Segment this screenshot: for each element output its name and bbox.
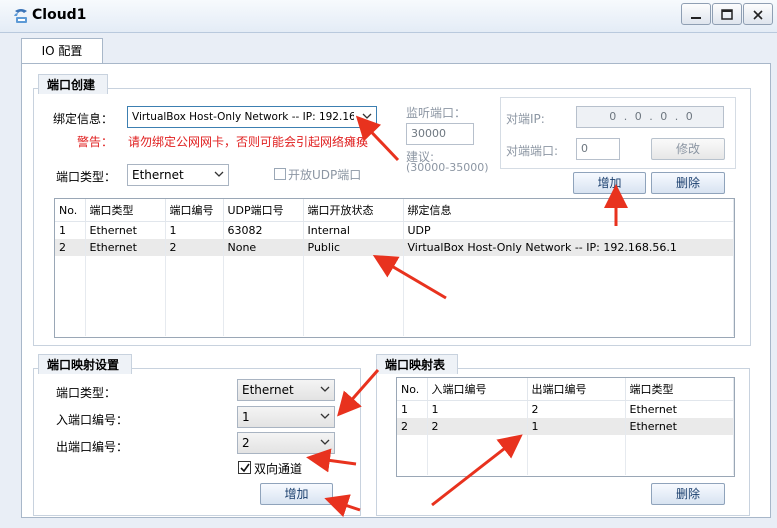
cell: 63082 bbox=[223, 221, 304, 239]
mapping-settings-title: 端口映射设置 bbox=[38, 354, 132, 374]
cell: 2 bbox=[55, 239, 86, 256]
out-port-value: 2 bbox=[242, 436, 250, 450]
cell: 1 bbox=[165, 221, 224, 239]
cell: Ethernet bbox=[625, 400, 734, 418]
bind-info-label: 绑定信息： bbox=[53, 112, 114, 126]
bind-info-select[interactable]: VirtualBox Host-Only Network -- IP: 192.… bbox=[127, 106, 377, 128]
remote-port-input[interactable]: 0 bbox=[576, 138, 620, 160]
chevron-down-icon bbox=[320, 439, 330, 445]
table-row[interactable]: 2 2 1 Ethernet bbox=[397, 418, 734, 435]
add-mapping-button[interactable]: 增加 bbox=[260, 483, 333, 505]
add-port-button[interactable]: 增加 bbox=[573, 172, 646, 194]
column-header[interactable]: 端口开放状态 bbox=[303, 199, 404, 222]
cell: 2 bbox=[427, 418, 528, 435]
cell: 1 bbox=[427, 400, 528, 418]
chevron-down-icon bbox=[214, 171, 224, 177]
open-udp-checkbox[interactable] bbox=[274, 168, 286, 180]
cell: 2 bbox=[165, 239, 224, 256]
warning-text: 请勿绑定公网网卡，否则可能会引起网络瘫痪 bbox=[128, 135, 369, 149]
cell: 2 bbox=[397, 418, 428, 435]
cell: 1 bbox=[55, 221, 86, 239]
delete-mapping-button[interactable]: 删除 bbox=[651, 483, 725, 505]
checkmark-icon bbox=[240, 463, 250, 473]
window-title: Cloud1 bbox=[32, 7, 87, 23]
port-table-header: No. 端口类型 端口编号 UDP端口号 端口开放状态 绑定信息 bbox=[55, 199, 734, 222]
close-icon bbox=[753, 10, 763, 20]
column-header[interactable]: 绑定信息 bbox=[403, 199, 734, 222]
title-bar: Cloud1 bbox=[0, 0, 777, 33]
bidirectional-checkbox[interactable] bbox=[238, 461, 251, 474]
listen-port-label: 监听端口： bbox=[406, 106, 467, 120]
cell: Ethernet bbox=[85, 221, 166, 239]
remote-port-label: 对端端口: bbox=[506, 144, 559, 158]
remote-ip-label: 对端IP: bbox=[506, 112, 545, 126]
cell: None bbox=[223, 239, 304, 256]
table-row[interactable]: 2 Ethernet 2 None Public VirtualBox Host… bbox=[55, 239, 734, 256]
column-header[interactable]: 出端口编号 bbox=[527, 378, 626, 401]
cell: 1 bbox=[527, 418, 626, 435]
in-port-value: 1 bbox=[242, 410, 250, 424]
column-header[interactable]: No. bbox=[55, 199, 86, 222]
minimize-button[interactable] bbox=[681, 3, 711, 25]
column-header[interactable]: UDP端口号 bbox=[223, 199, 304, 222]
minimize-icon bbox=[691, 17, 701, 19]
table-row[interactable]: 1 1 2 Ethernet bbox=[397, 400, 734, 418]
table-row[interactable]: 1 Ethernet 1 63082 Internal UDP bbox=[55, 221, 734, 239]
port-type-value: Ethernet bbox=[132, 168, 184, 182]
out-port-select[interactable]: 2 bbox=[237, 432, 335, 454]
chevron-down-icon bbox=[362, 113, 372, 119]
cell: Ethernet bbox=[85, 239, 166, 256]
close-button[interactable] bbox=[743, 3, 773, 25]
cell: 1 bbox=[397, 400, 428, 418]
column-header[interactable]: 端口编号 bbox=[165, 199, 224, 222]
cell: Internal bbox=[303, 221, 404, 239]
warning-label: 警告： bbox=[77, 135, 114, 149]
map-port-type-value: Ethernet bbox=[242, 383, 294, 397]
suggest-range: (30000-35000) bbox=[406, 161, 489, 174]
in-port-label: 入端口编号： bbox=[56, 413, 129, 427]
cell: 2 bbox=[527, 400, 626, 418]
modify-button[interactable]: 修改 bbox=[651, 138, 725, 160]
chevron-down-icon bbox=[320, 386, 330, 392]
column-header[interactable]: 端口类型 bbox=[85, 199, 166, 222]
mapping-table-header: No. 入端口编号 出端口编号 端口类型 bbox=[397, 378, 734, 401]
delete-port-button[interactable]: 删除 bbox=[651, 172, 725, 194]
maximize-icon bbox=[721, 9, 733, 20]
port-table: No. 端口类型 端口编号 UDP端口号 端口开放状态 绑定信息 1 Ether… bbox=[54, 198, 735, 338]
column-header[interactable]: No. bbox=[397, 378, 428, 401]
open-udp-label: 开放UDP端口 bbox=[288, 168, 362, 182]
maximize-button[interactable] bbox=[712, 3, 742, 25]
port-type-select[interactable]: Ethernet bbox=[127, 164, 229, 186]
map-port-type-label: 端口类型： bbox=[56, 386, 117, 400]
bidirectional-label: 双向通道 bbox=[254, 462, 303, 476]
out-port-label: 出端口编号： bbox=[56, 440, 129, 454]
port-type-label: 端口类型： bbox=[56, 170, 117, 184]
column-header[interactable]: 端口类型 bbox=[625, 378, 734, 401]
mapping-table: No. 入端口编号 出端口编号 端口类型 1 1 2 Ethernet 2 2 … bbox=[396, 377, 735, 477]
map-port-type-select[interactable]: Ethernet bbox=[237, 379, 335, 401]
cell: Public bbox=[303, 239, 404, 256]
cell: Ethernet bbox=[625, 418, 734, 435]
remote-ip-input[interactable]: 0 . 0 . 0 . 0 bbox=[576, 106, 724, 128]
listen-port-input[interactable]: 30000 bbox=[406, 123, 474, 145]
column-header[interactable]: 入端口编号 bbox=[427, 378, 528, 401]
cell: UDP bbox=[403, 221, 734, 239]
chevron-down-icon bbox=[320, 413, 330, 419]
cloud-app-icon bbox=[12, 7, 32, 25]
in-port-select[interactable]: 1 bbox=[237, 406, 335, 428]
tab-io-config[interactable]: IO 配置 bbox=[21, 38, 103, 64]
port-create-title: 端口创建 bbox=[38, 74, 108, 94]
mapping-table-title: 端口映射表 bbox=[376, 354, 458, 374]
bind-info-value: VirtualBox Host-Only Network -- IP: 192.… bbox=[132, 111, 354, 123]
cell: VirtualBox Host-Only Network -- IP: 192.… bbox=[403, 239, 734, 256]
